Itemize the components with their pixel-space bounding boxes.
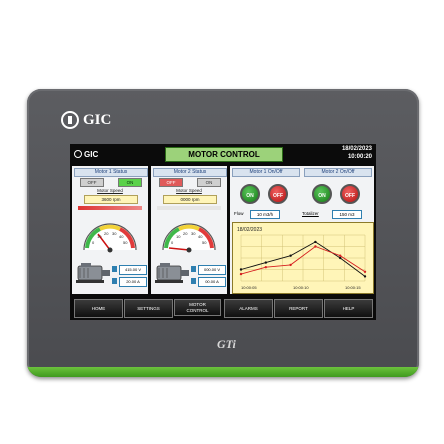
motor1-on-button[interactable]: ON bbox=[240, 184, 260, 204]
totalizer-label: Totalizer bbox=[302, 211, 319, 216]
motor2-on-button[interactable]: ON bbox=[312, 184, 332, 204]
motor1-off-button[interactable]: OFF bbox=[80, 178, 104, 187]
flow-value: 10 m3/h bbox=[250, 210, 280, 219]
series-point bbox=[363, 270, 367, 273]
motor2-voltage-indicator bbox=[191, 266, 196, 272]
nav-home[interactable]: HOME bbox=[74, 299, 123, 318]
motor1-gauge: 0 10 20 30 40 50 bbox=[83, 223, 137, 253]
time-text: 10:00:20 bbox=[347, 154, 372, 160]
chart-date-label: 18/02/2023 bbox=[237, 227, 262, 233]
accent-strip bbox=[27, 367, 419, 377]
nav-report[interactable]: REPORT bbox=[274, 299, 323, 318]
gauge-tick: 30 bbox=[112, 231, 117, 236]
series-point bbox=[264, 266, 267, 269]
motor1-current-indicator bbox=[112, 278, 117, 284]
gauge-tick: 30 bbox=[191, 231, 196, 236]
motor1-speed-label: Motor Speed bbox=[97, 188, 123, 193]
motor1-icon bbox=[76, 263, 110, 283]
motor1-panel: Motor 1 Status OFF ON Motor Speed 3600 r… bbox=[72, 166, 148, 294]
series-point bbox=[264, 261, 267, 264]
series-point bbox=[339, 254, 342, 257]
gauge-tick: 50 bbox=[202, 240, 207, 245]
gauge-tick: 10 bbox=[176, 234, 181, 239]
motor2-current: 00.00 A bbox=[198, 277, 226, 287]
series-point bbox=[289, 254, 292, 257]
x-tick-label: 10:00:10 bbox=[293, 285, 309, 290]
motor2-status-label: Motor 2 Status bbox=[153, 168, 227, 177]
control-chart-panel: Motor 1 On/Off Motor 2 On/Off ON OFF ON … bbox=[230, 166, 374, 294]
series-point bbox=[314, 240, 317, 244]
nav-settings[interactable]: SETTINGS bbox=[124, 299, 173, 318]
screen-logo: GIC bbox=[74, 147, 104, 161]
series-point bbox=[339, 256, 342, 260]
bottom-nav: HOME SETTINGS MOTOR CONTROL ALARMS REPOR… bbox=[70, 296, 376, 320]
motor2-icon bbox=[155, 263, 189, 283]
nav-motor-control[interactable]: MOTOR CONTROL bbox=[174, 299, 221, 316]
datetime-display: 18/02/2023 10:00:20 bbox=[342, 145, 372, 161]
model-name: GTi bbox=[217, 337, 236, 351]
series-point bbox=[363, 275, 367, 278]
motor1-on-button[interactable]: ON bbox=[118, 178, 142, 187]
motor2-gauge: 0 10 20 30 40 50 bbox=[162, 223, 216, 253]
date-text: 18/02/2023 bbox=[341, 146, 372, 152]
nav-help[interactable]: HELP bbox=[324, 299, 373, 318]
motor1-speed-bar bbox=[78, 206, 142, 210]
motor1-speed-value: 3600 rpm bbox=[84, 195, 138, 204]
series-point bbox=[239, 272, 243, 276]
motor2-onoff-label: Motor 2 On/Off bbox=[304, 168, 372, 177]
power-logo-icon bbox=[61, 111, 79, 129]
motor1-voltage: 415.00 V bbox=[119, 265, 147, 275]
page-title: MOTOR CONTROL bbox=[165, 147, 283, 162]
x-tick-label: 10:00:15 bbox=[345, 285, 361, 290]
logo-icon bbox=[74, 150, 82, 158]
x-tick-label: 10:00:05 bbox=[241, 285, 257, 290]
motor2-voltage: 000.00 V bbox=[198, 265, 226, 275]
motor2-panel: Motor 2 Status OFF ON Motor Speed 0000 r… bbox=[151, 166, 227, 294]
gauge-tick: 20 bbox=[183, 231, 188, 236]
gauge-tick: 40 bbox=[119, 234, 124, 239]
nav-alarms[interactable]: ALARMS bbox=[224, 299, 273, 318]
motor1-onoff-group: ON OFF bbox=[232, 178, 298, 214]
motor1-current: 20.00 A bbox=[119, 277, 147, 287]
flow-label: Flow bbox=[234, 211, 244, 216]
series-point bbox=[289, 263, 292, 267]
motor1-off-button[interactable]: OFF bbox=[268, 184, 288, 204]
trend-chart: 18/02/2023 10:00:05 10:00:10 10:00:15 bbox=[232, 222, 374, 294]
gauge-tick: 20 bbox=[104, 231, 109, 236]
totalizer-value: 150 m3 bbox=[332, 210, 362, 219]
flow-row: Flow 10 m3/h Totalizer 150 m3 bbox=[232, 210, 372, 219]
brand-name: GIC bbox=[83, 111, 112, 128]
screen-header: GIC MOTOR CONTROL 18/02/2023 10:00:20 bbox=[70, 144, 376, 164]
brand-logo: GIC bbox=[61, 111, 111, 129]
motor2-speed-bar bbox=[157, 206, 221, 210]
series-point bbox=[239, 268, 243, 271]
screen-logo-text: GIC bbox=[84, 149, 99, 159]
motor1-onoff-label: Motor 1 On/Off bbox=[232, 168, 300, 177]
motor2-speed-value: 0000 rpm bbox=[163, 195, 217, 204]
motor2-speed-label: Motor Speed bbox=[176, 188, 202, 193]
gauge-tick: 40 bbox=[198, 234, 203, 239]
trend-chart-svg: 18/02/2023 10:00:05 10:00:10 10:00:15 bbox=[237, 227, 367, 290]
motor2-off-button[interactable]: OFF bbox=[159, 178, 183, 187]
gauge-tick: 50 bbox=[123, 240, 128, 245]
motor1-voltage-indicator bbox=[112, 266, 117, 272]
gauge-tick: 10 bbox=[97, 234, 102, 239]
series-point bbox=[314, 245, 317, 248]
motor2-current-indicator bbox=[191, 278, 196, 284]
touch-screen[interactable]: GIC MOTOR CONTROL 18/02/2023 10:00:20 Mo… bbox=[70, 144, 376, 320]
motor2-off-button[interactable]: OFF bbox=[340, 184, 360, 204]
motor2-on-button[interactable]: ON bbox=[197, 178, 221, 187]
hmi-device: GIC GIC MOTOR CONTROL 18/02/2023 10:00:2… bbox=[27, 89, 419, 377]
motor1-status-label: Motor 1 Status bbox=[74, 168, 148, 177]
motor2-onoff-group: ON OFF bbox=[304, 178, 370, 214]
